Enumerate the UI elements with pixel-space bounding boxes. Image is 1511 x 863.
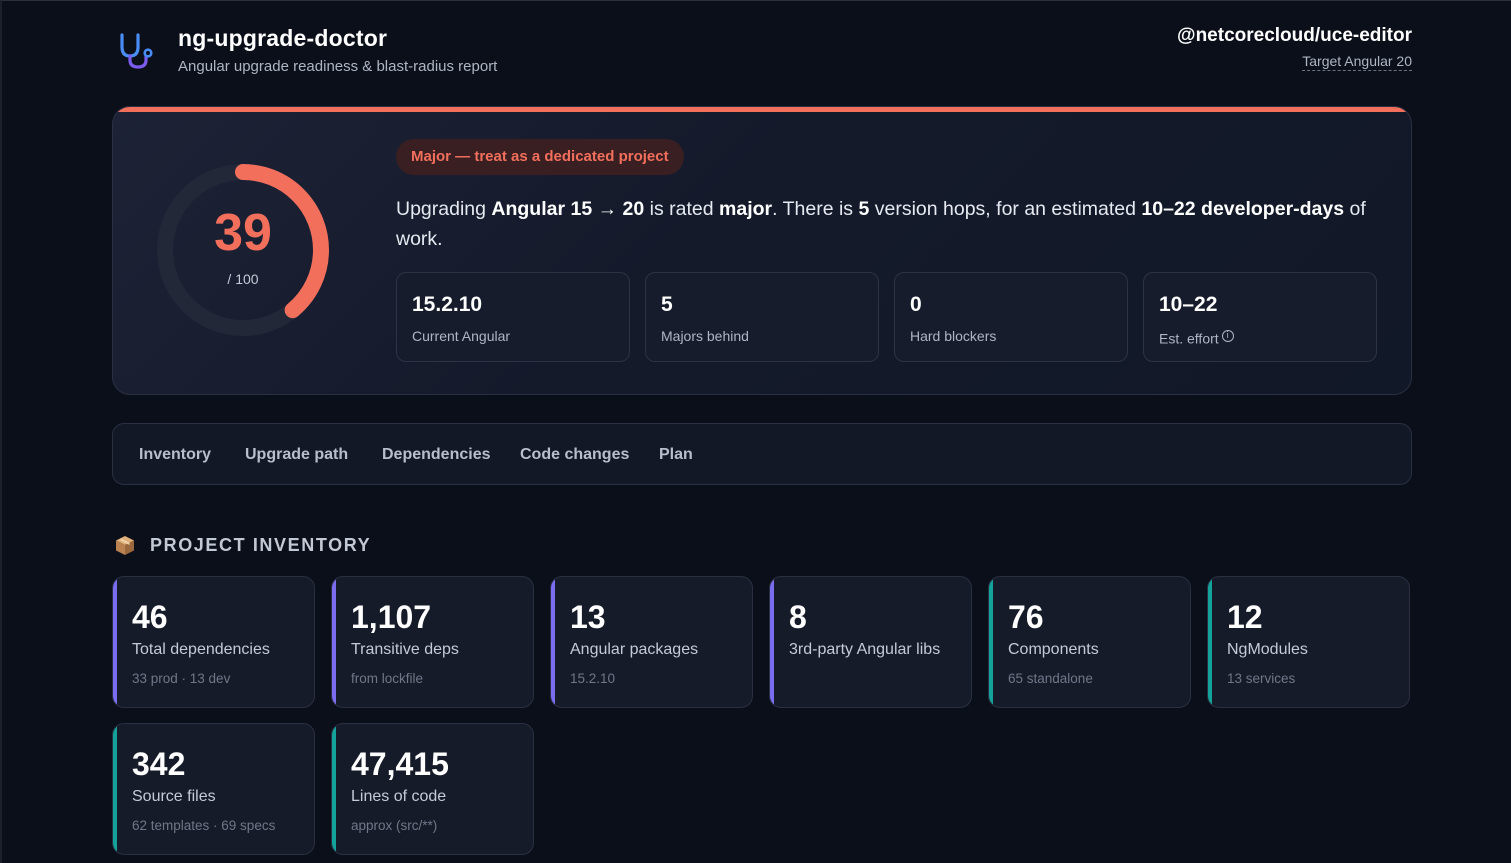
card-accent-bar xyxy=(551,577,555,707)
inventory-card: 342 Source files 62 templates · 69 specs xyxy=(112,723,315,855)
stat-label-wrap: Est. effort i xyxy=(1159,330,1234,347)
inventory-section-title: PROJECT INVENTORY xyxy=(150,535,372,555)
app-subtitle: Angular upgrade readiness & blast-radius… xyxy=(178,58,498,75)
stat-current-angular: 15.2.10 Current Angular xyxy=(396,272,630,362)
report-header: ng-upgrade-doctor Angular upgrade readin… xyxy=(112,25,1412,85)
stat-est-effort: 10–22 Est. effort i xyxy=(1143,272,1377,362)
rating: major xyxy=(719,198,773,220)
summary-text: . There is xyxy=(772,198,859,220)
hop-count: 5 xyxy=(858,198,870,220)
card-sublabel: 33 prod · 13 dev xyxy=(132,671,231,686)
card-sublabel: 13 services xyxy=(1227,671,1296,686)
tab-plan[interactable]: Plan xyxy=(659,446,693,464)
stat-value: 15.2.10 xyxy=(412,293,483,316)
stat-label: Majors behind xyxy=(661,328,749,344)
inventory-card: 13 Angular packages 15.2.10 xyxy=(550,576,753,708)
card-sublabel: from lockfile xyxy=(351,671,424,686)
card-accent-bar xyxy=(113,577,117,707)
card-label: NgModules xyxy=(1227,641,1308,658)
stat-label: Current Angular xyxy=(412,328,511,344)
card-value: 8 xyxy=(789,599,807,635)
card-value: 342 xyxy=(132,746,186,782)
summary-sentence: Upgrading Angular 15 → 20 is rated major… xyxy=(396,194,1376,254)
tab-inventory[interactable]: Inventory xyxy=(139,446,211,464)
tab-upgrade-path[interactable]: Upgrade path xyxy=(245,446,348,464)
app-title: ng-upgrade-doctor xyxy=(178,25,388,51)
tab-dependencies[interactable]: Dependencies xyxy=(382,446,490,464)
card-label: Transitive deps xyxy=(351,641,459,658)
card-value: 76 xyxy=(1008,599,1044,635)
card-label: Source files xyxy=(132,788,216,805)
severity-badge: Major — treat as a dedicated project xyxy=(396,139,684,175)
card-label: Components xyxy=(1008,641,1099,658)
stethoscope-icon xyxy=(120,33,153,69)
inventory-card: 47,415 Lines of code approx (src/**) xyxy=(331,723,534,855)
card-accent-bar xyxy=(1208,577,1212,707)
project-name: @netcorecloud/uce-editor xyxy=(1177,25,1412,46)
inventory-card: 1,107 Transitive deps from lockfile xyxy=(331,576,534,708)
card-value: 47,415 xyxy=(351,746,449,782)
readiness-score: 39 xyxy=(214,204,272,262)
inventory-card: 46 Total dependencies 33 prod · 13 dev xyxy=(112,576,315,708)
version-range: Angular 15 → 20 xyxy=(491,198,645,220)
card-accent-bar xyxy=(332,724,336,854)
summary-text: is rated xyxy=(644,198,720,220)
readiness-summary-card: 39 / 100 Major — treat as a dedicated pr… xyxy=(112,106,1412,395)
stat-hard-blockers: 0 Hard blockers xyxy=(894,272,1128,362)
info-icon[interactable]: i xyxy=(1221,330,1234,342)
card-value: 1,107 xyxy=(351,599,432,635)
target-angular-label[interactable]: Target Angular 20 xyxy=(1302,53,1412,71)
report-tabs: Inventory Upgrade path Dependencies Code… xyxy=(112,423,1412,485)
stat-value: 10–22 xyxy=(1159,293,1218,316)
inventory-card: 8 3rd-party Angular libs xyxy=(769,576,972,708)
summary-text: version hops, for an estimated xyxy=(869,198,1142,220)
severity-accent-bar xyxy=(113,107,1411,112)
card-label: Angular packages xyxy=(570,641,699,658)
card-value: 13 xyxy=(570,599,606,635)
card-sublabel: 62 templates · 69 specs xyxy=(132,818,276,833)
stat-label: Hard blockers xyxy=(910,328,997,344)
card-sublabel: 15.2.10 xyxy=(570,671,616,686)
card-accent-bar xyxy=(332,577,336,707)
stat-value: 0 xyxy=(910,293,922,316)
stat-value: 5 xyxy=(661,293,673,316)
inventory-card: 76 Components 65 standalone xyxy=(988,576,1191,708)
summary-text: Upgrading xyxy=(396,198,492,220)
stat-label: Est. effort xyxy=(1159,330,1219,347)
card-label: Total dependencies xyxy=(132,641,270,658)
card-sublabel: 65 standalone xyxy=(1008,671,1093,686)
effort-estimate: 10–22 developer-days xyxy=(1141,198,1345,220)
card-accent-bar xyxy=(113,724,117,854)
app-window: ng-upgrade-doctor Angular upgrade readin… xyxy=(0,0,1511,863)
card-accent-bar xyxy=(770,577,774,707)
tab-code-changes[interactable]: Code changes xyxy=(520,446,629,464)
card-label: Lines of code xyxy=(351,788,447,805)
card-value: 46 xyxy=(132,599,168,635)
card-value: 12 xyxy=(1227,599,1263,635)
stat-majors-behind: 5 Majors behind xyxy=(645,272,879,362)
package-icon xyxy=(116,536,134,555)
inventory-card: 12 NgModules 13 services xyxy=(1207,576,1410,708)
score-max: / 100 xyxy=(227,271,259,287)
card-sublabel: approx (src/**) xyxy=(351,818,438,833)
card-label: 3rd-party Angular libs xyxy=(789,641,941,658)
card-accent-bar xyxy=(989,577,993,707)
